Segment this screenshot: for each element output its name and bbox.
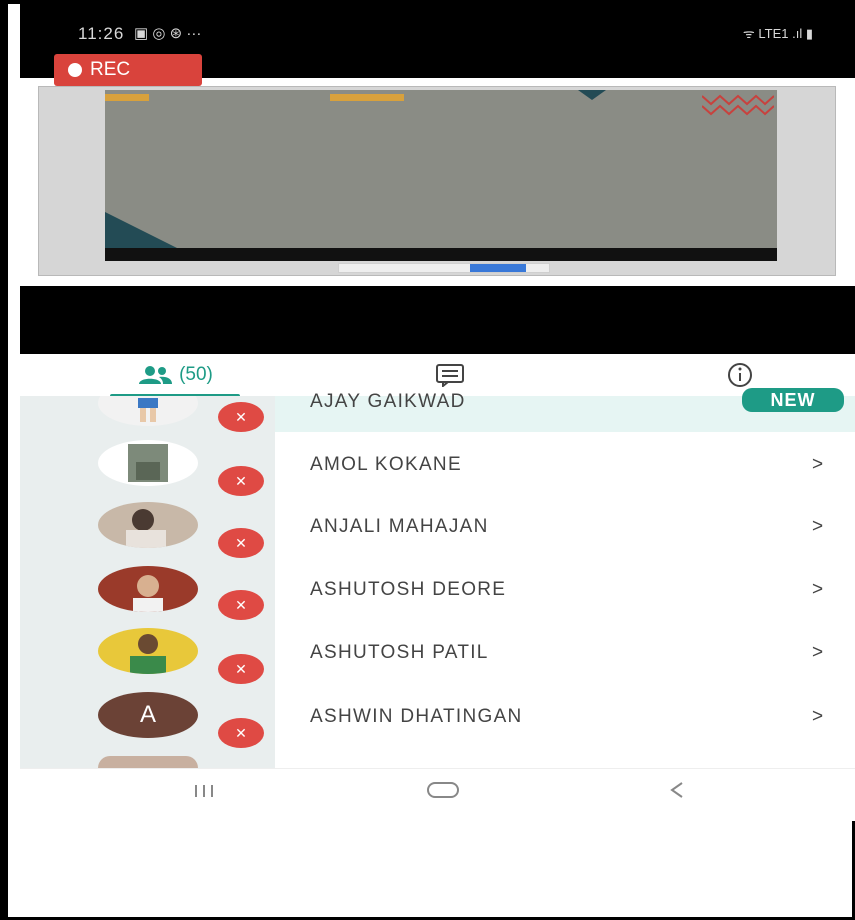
- rec-label: REC: [90, 59, 131, 80]
- participant-name: AJAY GAIKWAD: [310, 391, 466, 412]
- mic-muted-icon: ✕: [218, 402, 264, 432]
- mic-muted-icon: ✕: [218, 654, 264, 684]
- mic-muted-icon: ✕: [218, 528, 264, 558]
- avatar-letter: A: [139, 701, 156, 728]
- participant-name: ANJALI MAHAJAN: [310, 516, 489, 537]
- new-badge: NEW: [742, 388, 844, 412]
- mic-muted-icon: ✕: [218, 718, 264, 748]
- participant-name: ASHUTOSH PATIL: [310, 642, 489, 663]
- record-dot-icon: [68, 63, 82, 77]
- chevron-right-icon[interactable]: >: [812, 579, 823, 601]
- mic-muted-icon: ✕: [218, 590, 264, 620]
- slide-decoration: [330, 94, 404, 101]
- slide-decoration: [105, 212, 177, 248]
- back-icon[interactable]: [668, 779, 686, 805]
- chevron-right-icon[interactable]: >: [812, 706, 823, 728]
- android-nav-bar: [20, 768, 855, 821]
- participant-name: AMOL KOKANE: [310, 454, 462, 475]
- avatar: [98, 628, 198, 674]
- notification-icons: ▣ ◎ ⊛ ···: [134, 25, 202, 42]
- recent-apps-icon[interactable]: [192, 779, 216, 805]
- recording-indicator: REC: [54, 54, 202, 86]
- mic-muted-icon: ✕: [218, 466, 264, 496]
- avatar: [98, 502, 198, 548]
- participant-name: ASHWIN DHATINGAN: [310, 706, 523, 727]
- avatar: [98, 566, 198, 612]
- participant-name: ASHUTOSH DEORE: [310, 579, 507, 600]
- signal-battery-icons: ᯤ LTE1 .ıl ▮: [742, 26, 813, 41]
- chevron-right-icon[interactable]: >: [812, 516, 823, 538]
- shared-slide: [105, 90, 777, 248]
- avatar: A: [98, 692, 198, 738]
- slide-bottom-bar: [105, 248, 777, 261]
- status-time: 11:26: [78, 24, 125, 43]
- slide-decoration: [105, 94, 149, 101]
- stop-sharing-button[interactable]: [470, 264, 526, 272]
- chevron-right-icon[interactable]: >: [812, 642, 823, 664]
- home-icon[interactable]: [426, 779, 460, 805]
- avatar: [98, 756, 198, 768]
- avatar: [98, 440, 198, 486]
- slide-pattern: [701, 94, 775, 118]
- slide-decoration: [578, 90, 606, 100]
- chevron-right-icon[interactable]: >: [812, 454, 823, 476]
